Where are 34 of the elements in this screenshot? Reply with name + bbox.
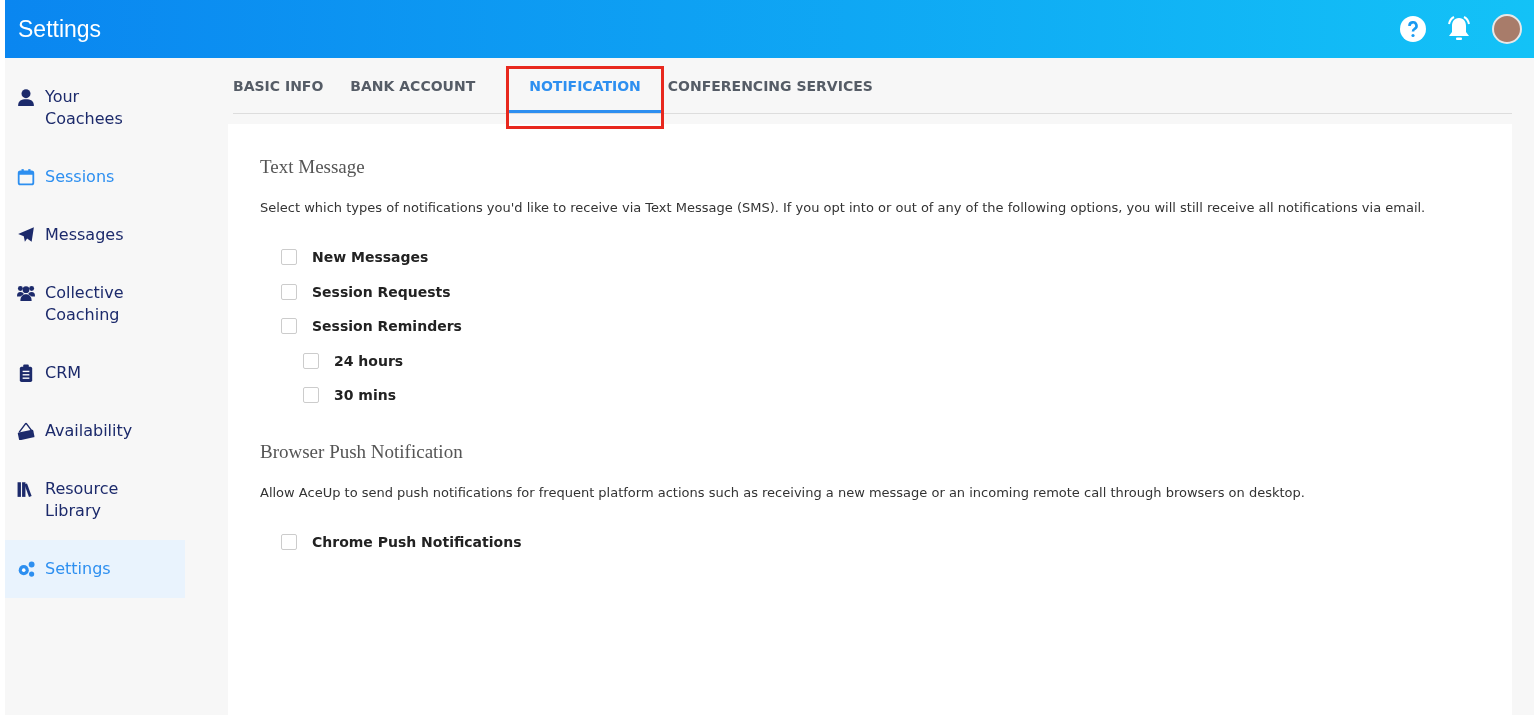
sidebar-item[interactable]: Resource Library [5,478,185,522]
calendar-icon [17,168,35,186]
section-description: Allow AceUp to send push notifications for frequent platform actions such as receiving a new message or an incoming remote call through browsers on desktop. [260,483,1306,502]
section-heading: Text Message [260,156,366,178]
tab[interactable]: BANK ACCOUNT [350,58,503,113]
group-icon [17,284,35,302]
checkbox[interactable] [281,318,297,335]
plane-icon [17,226,35,244]
option-label: 30 mins [334,387,397,404]
option-label: 24 hours [334,352,404,369]
checkbox[interactable] [281,283,297,300]
avatar[interactable] [1492,14,1522,44]
tab[interactable]: BASIC INFO [233,58,351,113]
sidebar-item[interactable]: CRM [5,362,185,384]
sign-icon [17,422,35,440]
option-label: Session Requests [312,283,451,300]
sidebar-item[interactable]: Messages [5,224,185,246]
checkbox[interactable] [281,249,297,266]
option-label: Chrome Push Notifications [312,533,522,550]
option-label: Session Reminders [312,318,462,335]
sidebar-item[interactable]: Your Coachees [5,86,185,130]
checkbox[interactable] [303,352,319,369]
section-description: Select which types of notifications you'd like to receive via Text Message (SMS). If you opt into or out of any of the following options, you will still receive all notifications via email. [260,199,1427,217]
page-title: Settings [18,15,102,43]
help-icon[interactable] [1400,16,1426,42]
checkbox[interactable] [281,533,297,550]
tab[interactable]: CONFERENCING SERVICES [667,58,900,113]
clipboard-icon [17,364,35,382]
sidebar-item[interactable]: Availability [5,420,185,442]
section-heading: Browser Push Notification [260,440,464,463]
sidebar-item[interactable]: Collective Coaching [5,282,185,326]
option-label: New Messages [312,249,429,266]
person-icon [17,88,35,106]
checkbox[interactable] [303,387,319,404]
